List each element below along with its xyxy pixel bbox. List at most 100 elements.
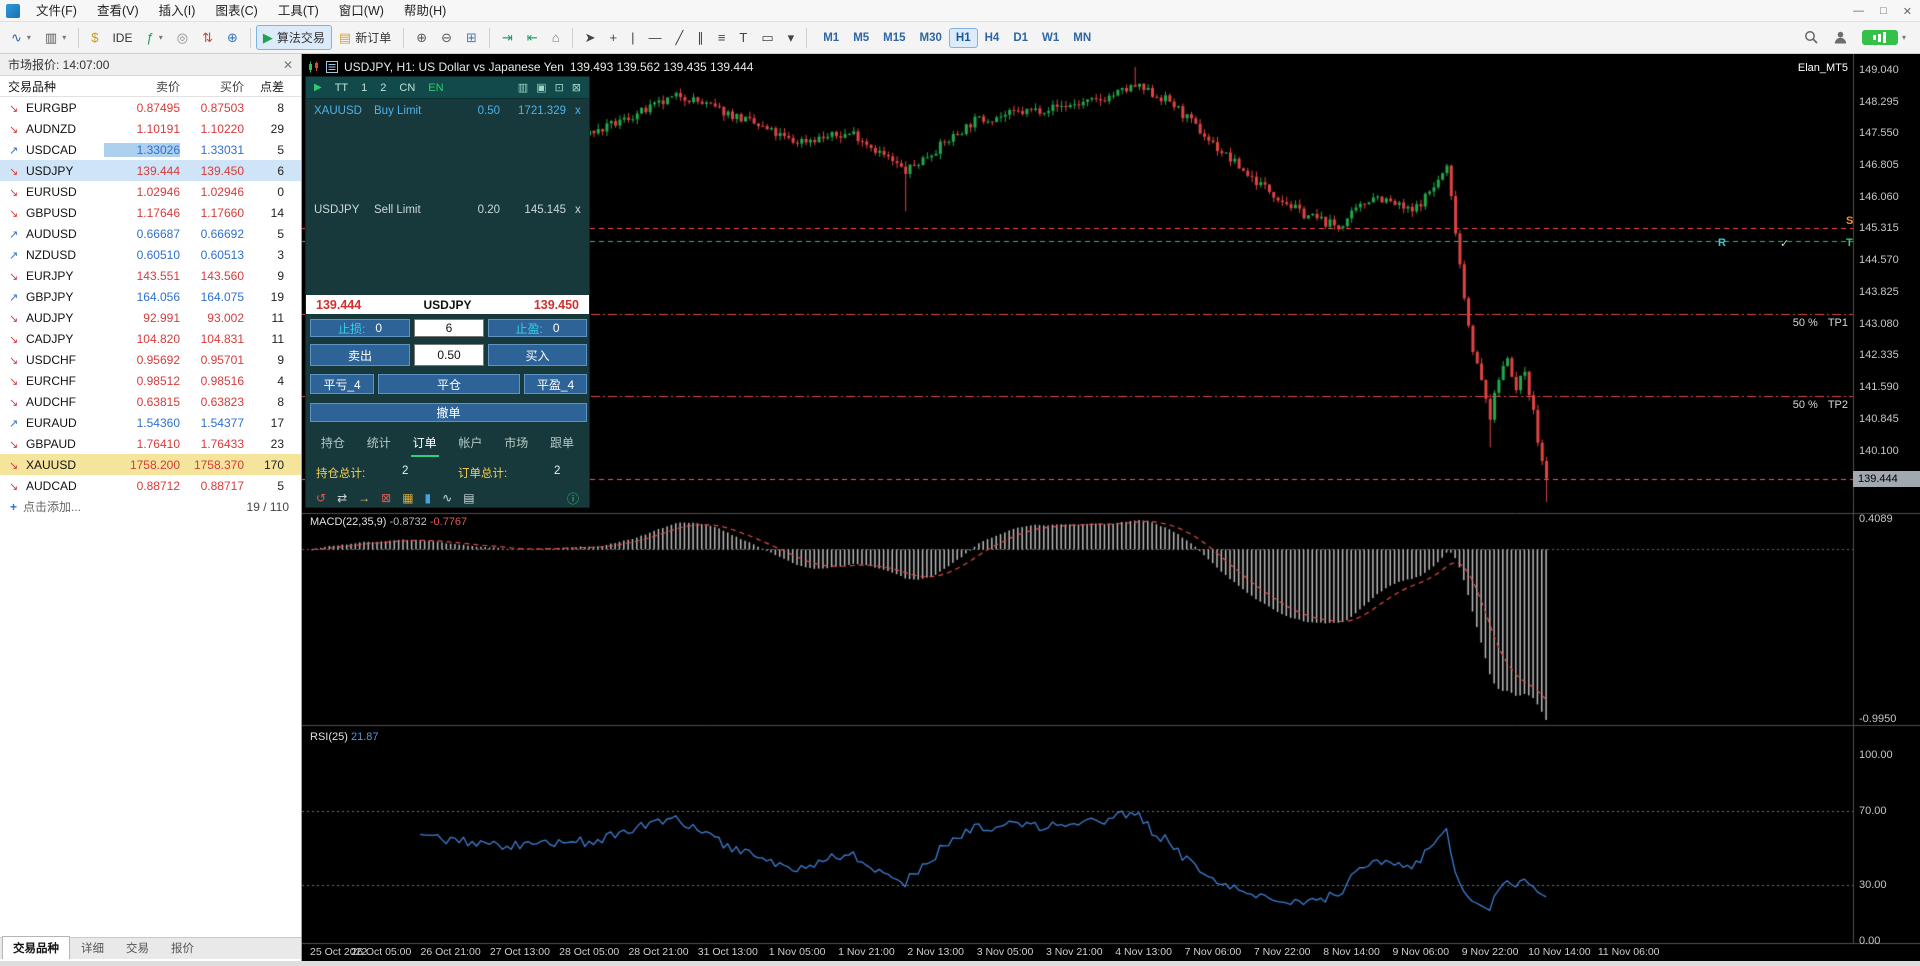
new-order-button[interactable]: ▤ 新订单 [333, 26, 397, 49]
web-terminal-icon[interactable]: ⊕ [221, 28, 244, 47]
trendline-icon[interactable]: ╱ [670, 28, 690, 47]
column-header-0[interactable]: 交易品种 [0, 78, 104, 95]
auto-scroll-icon[interactable]: ⌂ [546, 28, 566, 47]
timeframe-mn[interactable]: MN [1067, 29, 1097, 47]
panel-close-icon[interactable]: ⊠ [572, 81, 581, 94]
depth-of-market-icon[interactable]: ⇅ [196, 28, 219, 47]
market-row-eurchf[interactable]: ↘ EURCHF 0.98512 0.98516 4 [0, 370, 301, 391]
order-close-icon[interactable]: x [575, 204, 581, 216]
buy-button[interactable]: 买入 [488, 344, 587, 366]
fibonacci-icon[interactable]: ≡ [712, 28, 732, 47]
reset-icon[interactable]: ↺ [316, 491, 326, 505]
timeframe-h1[interactable]: H1 [948, 27, 978, 48]
shapes-icon[interactable]: ▭ [755, 28, 779, 47]
chart-window-icon[interactable]: ▥ ▾ [39, 28, 72, 47]
scroll-to-end-icon[interactable]: ⇥ [496, 28, 519, 47]
info-icon[interactable]: ⓘ [567, 490, 579, 507]
tile-windows-icon[interactable]: ⊞ [460, 28, 483, 47]
market-row-usdcad[interactable]: ↗ USDCAD 1.33026 1.33031 5 [0, 139, 301, 160]
minimize-icon[interactable]: — [1853, 5, 1864, 17]
forward-icon[interactable]: → [358, 491, 370, 505]
timeframe-d1[interactable]: D1 [1007, 29, 1034, 47]
market-watch-tab-报价[interactable]: 报价 [160, 936, 205, 959]
report-icon[interactable]: ▤ [463, 491, 474, 505]
order-close-icon[interactable]: x [575, 105, 581, 117]
timeframe-h4[interactable]: H4 [979, 29, 1006, 47]
panel-tab-帐户[interactable]: 帐户 [456, 432, 484, 457]
take-profit-box[interactable]: 止盈: 0 [488, 319, 587, 337]
timeframe-m5[interactable]: M5 [847, 29, 875, 47]
pending-order-row-xauusd[interactable]: XAUUSD Buy Limit 0.50 1721.329 x [306, 105, 589, 120]
market-row-gbpaud[interactable]: ↘ GBPAUD 1.76410 1.76433 23 [0, 433, 301, 454]
menu-item-2[interactable]: 插入(I) [149, 0, 206, 22]
close-icon[interactable]: ✕ [283, 58, 293, 72]
search-icon[interactable] [1804, 30, 1819, 45]
market-row-euraud[interactable]: ↗ EURAUD 1.54360 1.54377 17 [0, 412, 301, 433]
market-row-eurusd[interactable]: ↘ EURUSD 1.02946 1.02946 0 [0, 181, 301, 202]
panel-tab-市场[interactable]: 市场 [502, 432, 530, 457]
channel-icon[interactable]: ∥ [691, 28, 710, 47]
market-watch-tab-详细[interactable]: 详细 [70, 936, 115, 959]
market-row-gbpusd[interactable]: ↘ GBPUSD 1.17646 1.17660 14 [0, 202, 301, 223]
timeframe-m1[interactable]: M1 [817, 29, 845, 47]
menu-item-4[interactable]: 工具(T) [268, 0, 329, 22]
crosshair-icon[interactable]: + [604, 28, 624, 47]
vertical-line-icon[interactable]: | [625, 28, 640, 47]
close-icon[interactable]: ✕ [1903, 5, 1912, 18]
grid-icon[interactable]: ▦ [402, 491, 413, 505]
menu-item-0[interactable]: 文件(F) [26, 0, 87, 22]
panel-chart-icon[interactable]: ▥ [518, 81, 528, 94]
volume-box[interactable]: 0.50 [414, 344, 484, 366]
market-row-xauusd[interactable]: ↘ XAUUSD 1758.200 1758.370 170 [0, 454, 301, 475]
play-icon[interactable]: ▶ [314, 82, 322, 93]
symbols-icon[interactable]: $ [85, 28, 104, 47]
columns-icon[interactable]: ▮ [425, 491, 432, 505]
swap-icon[interactable]: ⇄ [337, 491, 347, 505]
stop-loss-box[interactable]: 止损: 0 [310, 319, 410, 337]
close-all-button[interactable]: 平仓 [378, 374, 520, 394]
market-row-eurgbp[interactable]: ↘ EURGBP 0.87495 0.87503 8 [0, 97, 301, 118]
market-watch-tab-交易[interactable]: 交易 [115, 936, 160, 959]
zoom-out-icon[interactable]: ⊖ [435, 28, 458, 47]
more-objects-icon[interactable]: ▾ [782, 28, 801, 47]
panel-top-item-cn[interactable]: CN [399, 82, 415, 94]
mini-chart-icon[interactable]: ∿ [442, 491, 452, 505]
close-losing-button[interactable]: 平亏_4 [310, 374, 374, 394]
connection-status[interactable]: ▾ [1861, 30, 1906, 45]
cursor-icon[interactable]: ➤ [579, 28, 602, 47]
market-row-cadjpy[interactable]: ↘ CADJPY 104.820 104.831 11 [0, 328, 301, 349]
market-row-audnzd[interactable]: ↘ AUDNZD 1.10191 1.10220 29 [0, 118, 301, 139]
add-symbol-row[interactable]: + 点击添加... 19 / 110 [0, 496, 301, 517]
cancel-orders-button[interactable]: 撤单 [310, 403, 587, 422]
market-watch-tab-交易品种[interactable]: 交易品种 [2, 936, 70, 959]
chart-line-style-icon[interactable]: ∿ ▾ [5, 28, 37, 47]
market-row-audchf[interactable]: ↘ AUDCHF 0.63815 0.63823 8 [0, 391, 301, 412]
maximize-icon[interactable]: □ [1880, 5, 1887, 17]
market-row-gbpjpy[interactable]: ↗ GBPJPY 164.056 164.075 19 [0, 286, 301, 307]
panel-top-item-2[interactable]: 2 [380, 82, 386, 94]
panel-top-item-tt[interactable]: TT [335, 82, 348, 94]
user-icon[interactable] [1833, 30, 1848, 45]
panel-tab-统计[interactable]: 统计 [365, 432, 393, 457]
panel-tab-持仓[interactable]: 持仓 [319, 432, 347, 457]
horizontal-line-icon[interactable]: — [643, 28, 668, 47]
algo-trading-button[interactable]: ▶ 算法交易 [255, 25, 332, 50]
market-row-eurjpy[interactable]: ↘ EURJPY 143.551 143.560 9 [0, 265, 301, 286]
menu-item-3[interactable]: 图表(C) [205, 0, 267, 22]
market-row-audcad[interactable]: ↘ AUDCAD 0.88712 0.88717 5 [0, 475, 301, 496]
menu-item-1[interactable]: 查看(V) [87, 0, 149, 22]
menu-item-6[interactable]: 帮助(H) [394, 0, 456, 22]
chart-shift-icon[interactable]: ⇤ [521, 28, 544, 47]
panel-tab-订单[interactable]: 订单 [410, 432, 439, 457]
market-row-audjpy[interactable]: ↘ AUDJPY 92.991 93.002 11 [0, 307, 301, 328]
panel-top-item-1[interactable]: 1 [361, 82, 367, 94]
pending-order-row-usdjpy[interactable]: USDJPY Sell Limit 0.20 145.145 x [306, 204, 589, 219]
market-row-audusd[interactable]: ↗ AUDUSD 0.66687 0.66692 5 [0, 223, 301, 244]
column-header-3[interactable]: 点差 [244, 78, 294, 95]
zoom-in-icon[interactable]: ⊕ [410, 28, 433, 47]
panel-window-icon[interactable]: ▣ [536, 81, 546, 94]
sell-button[interactable]: 卖出 [310, 344, 410, 366]
timeframe-m30[interactable]: M30 [914, 29, 948, 47]
objects-list-icon[interactable]: ◎ [171, 28, 194, 47]
indicators-icon[interactable]: ƒ ▾ [140, 28, 168, 47]
